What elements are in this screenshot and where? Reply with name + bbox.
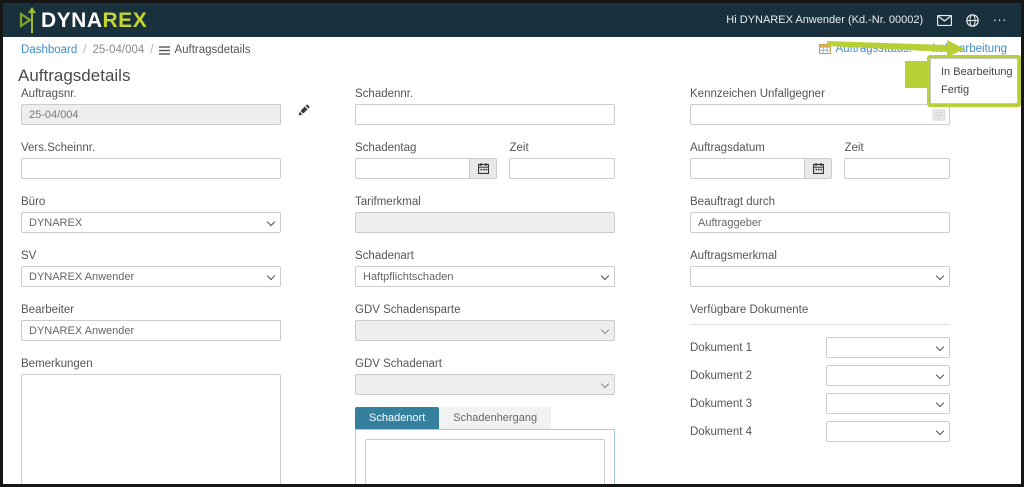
auftragsstatus-dropdown[interactable]: Auftragsstatus: In Bearbeitung bbox=[819, 43, 1007, 55]
mail-icon[interactable] bbox=[937, 15, 952, 26]
app-window: DYNAREX Hi DYNAREX Anwender (Kd.-Nr. 000… bbox=[0, 0, 1024, 487]
dokument-4-select[interactable] bbox=[826, 421, 950, 442]
page-title: Auftragsdetails bbox=[18, 66, 130, 86]
dokument-row: Dokument 4 bbox=[690, 421, 950, 442]
dokument-1-select[interactable] bbox=[826, 337, 950, 358]
dokument-1-label: Dokument 1 bbox=[690, 342, 826, 354]
gdv-schadensparte-select bbox=[355, 320, 615, 341]
breadcrumb-current: Auftragsdetails bbox=[159, 44, 250, 56]
gdv-schadenart-select bbox=[355, 374, 615, 395]
dokument-2-label: Dokument 2 bbox=[690, 370, 826, 382]
auftragsstatus-value: In Bearbeitung bbox=[932, 43, 1007, 55]
chevron-down-icon bbox=[918, 47, 926, 51]
dokument-row: Dokument 1 bbox=[690, 337, 950, 358]
bemerkungen-textarea[interactable] bbox=[21, 374, 281, 487]
chevron-down-icon bbox=[936, 371, 944, 379]
chevron-down-icon bbox=[267, 218, 275, 226]
dokument-2-select[interactable] bbox=[826, 365, 950, 386]
auftragsdatum-label: Auftragsdatum bbox=[690, 142, 832, 154]
kennzeichen-input[interactable] bbox=[690, 104, 950, 125]
chevron-down-icon bbox=[936, 427, 944, 435]
chevron-down-icon bbox=[601, 380, 609, 388]
top-navigation-bar: DYNAREX Hi DYNAREX Anwender (Kd.-Nr. 000… bbox=[3, 3, 1021, 37]
schadenart-label: Schadenart bbox=[355, 250, 615, 262]
right-column: Kennzeichen Unfallgegner Auftragsdatum bbox=[690, 88, 950, 449]
middle-column: Schadennr. Schadentag Zeit Tarifmerkmal bbox=[355, 88, 615, 487]
verfuegbare-dokumente-header: Verfügbare Dokumente bbox=[690, 304, 950, 325]
schadenart-select[interactable]: Haftpflichtschaden bbox=[355, 266, 615, 287]
dokument-3-select[interactable] bbox=[826, 393, 950, 414]
schadentag-input[interactable] bbox=[355, 158, 470, 179]
brand-logo[interactable]: DYNAREX bbox=[17, 7, 147, 33]
chevron-down-icon bbox=[601, 326, 609, 334]
dynarex-logo-icon bbox=[17, 7, 39, 33]
bearbeiter-input[interactable] bbox=[21, 320, 281, 341]
buero-select-value: DYNAREX bbox=[29, 217, 82, 229]
auftragsmerkmal-select[interactable] bbox=[690, 266, 950, 287]
chevron-down-icon bbox=[936, 399, 944, 407]
dokument-3-label: Dokument 3 bbox=[690, 398, 826, 410]
calendar-icon[interactable] bbox=[805, 158, 832, 179]
brand-name: DYNAREX bbox=[41, 10, 147, 31]
buero-label: Büro bbox=[21, 196, 281, 208]
sv-label: SV bbox=[21, 250, 281, 262]
globe-icon[interactable] bbox=[966, 14, 979, 27]
chevron-down-icon bbox=[601, 272, 609, 280]
kennzeichen-label: Kennzeichen Unfallgegner bbox=[690, 88, 950, 100]
auftragsnr-input bbox=[21, 104, 281, 125]
breadcrumb-current-label: Auftragsdetails bbox=[174, 44, 250, 56]
auftragsmerkmal-label: Auftragsmerkmal bbox=[690, 250, 950, 262]
list-icon bbox=[159, 46, 170, 55]
beauftragt-durch-input[interactable] bbox=[690, 212, 950, 233]
dokument-4-label: Dokument 4 bbox=[690, 426, 826, 438]
auftrag-zeit-label: Zeit bbox=[844, 142, 950, 154]
sv-select[interactable]: DYNAREX Anwender bbox=[21, 266, 281, 287]
vers-scheinnr-input[interactable] bbox=[21, 158, 281, 179]
user-greeting: Hi DYNAREX Anwender (Kd.-Nr. 00002) bbox=[726, 14, 923, 26]
auftrag-zeit-input[interactable] bbox=[844, 158, 950, 179]
auftragsnr-label: Auftragsnr. bbox=[21, 88, 281, 100]
left-column: Auftragsnr. Vers.Scheinnr. Büro DYNAREX … bbox=[21, 88, 281, 487]
schadenort-textarea[interactable] bbox=[365, 439, 605, 487]
tab-schadenort[interactable]: Schadenort bbox=[355, 407, 439, 429]
status-option-fertig[interactable]: Fertig bbox=[931, 81, 1017, 99]
edit-pencil-icon[interactable] bbox=[295, 102, 312, 124]
breadcrumb-separator: / bbox=[83, 44, 86, 56]
beauftragt-durch-label: Beauftragt durch bbox=[690, 196, 950, 208]
bemerkungen-label: Bemerkungen bbox=[21, 358, 281, 370]
schaden-tabs: Schadenort Schadenhergang bbox=[355, 407, 615, 429]
bearbeiter-label: Bearbeiter bbox=[21, 304, 281, 316]
tarifmerkmal-label: Tarifmerkmal bbox=[355, 196, 615, 208]
auftragsdatum-input[interactable] bbox=[690, 158, 805, 179]
tarifmerkmal-input bbox=[355, 212, 615, 233]
more-menu-icon[interactable]: ... bbox=[993, 17, 1007, 23]
schadennr-label: Schadennr. bbox=[355, 88, 615, 100]
chevron-down-icon bbox=[267, 272, 275, 280]
dokument-row: Dokument 3 bbox=[690, 393, 950, 414]
chevron-down-icon bbox=[936, 343, 944, 351]
schadentag-label: Schadentag bbox=[355, 142, 497, 154]
breadcrumb-dashboard-link[interactable]: Dashboard bbox=[21, 44, 77, 56]
tab-schadenhergang[interactable]: Schadenhergang bbox=[439, 407, 551, 429]
auftragsstatus-label: Auftragsstatus: bbox=[835, 43, 912, 55]
table-icon bbox=[819, 44, 831, 54]
license-plate-icon[interactable] bbox=[932, 108, 946, 126]
schadenort-panel bbox=[355, 429, 615, 487]
vers-scheinnr-label: Vers.Scheinnr. bbox=[21, 142, 281, 154]
gdv-schadensparte-label: GDV Schadensparte bbox=[355, 304, 615, 316]
breadcrumb-separator: / bbox=[150, 44, 153, 56]
schadennr-input[interactable] bbox=[355, 104, 615, 125]
schaden-zeit-label: Zeit bbox=[509, 142, 615, 154]
dokument-row: Dokument 2 bbox=[690, 365, 950, 386]
breadcrumb-order: 25-04/004 bbox=[92, 44, 144, 56]
chevron-down-icon bbox=[936, 272, 944, 280]
schaden-zeit-input[interactable] bbox=[509, 158, 615, 179]
auftragsstatus-popup: In Bearbeitung Fertig bbox=[930, 58, 1018, 104]
buero-select[interactable]: DYNAREX bbox=[21, 212, 281, 233]
gdv-schadenart-label: GDV Schadenart bbox=[355, 358, 615, 370]
schadenart-select-value: Haftpflichtschaden bbox=[363, 271, 454, 283]
sv-select-value: DYNAREX Anwender bbox=[29, 271, 134, 283]
calendar-icon[interactable] bbox=[470, 158, 497, 179]
status-option-in-bearbeitung[interactable]: In Bearbeitung bbox=[931, 63, 1017, 81]
